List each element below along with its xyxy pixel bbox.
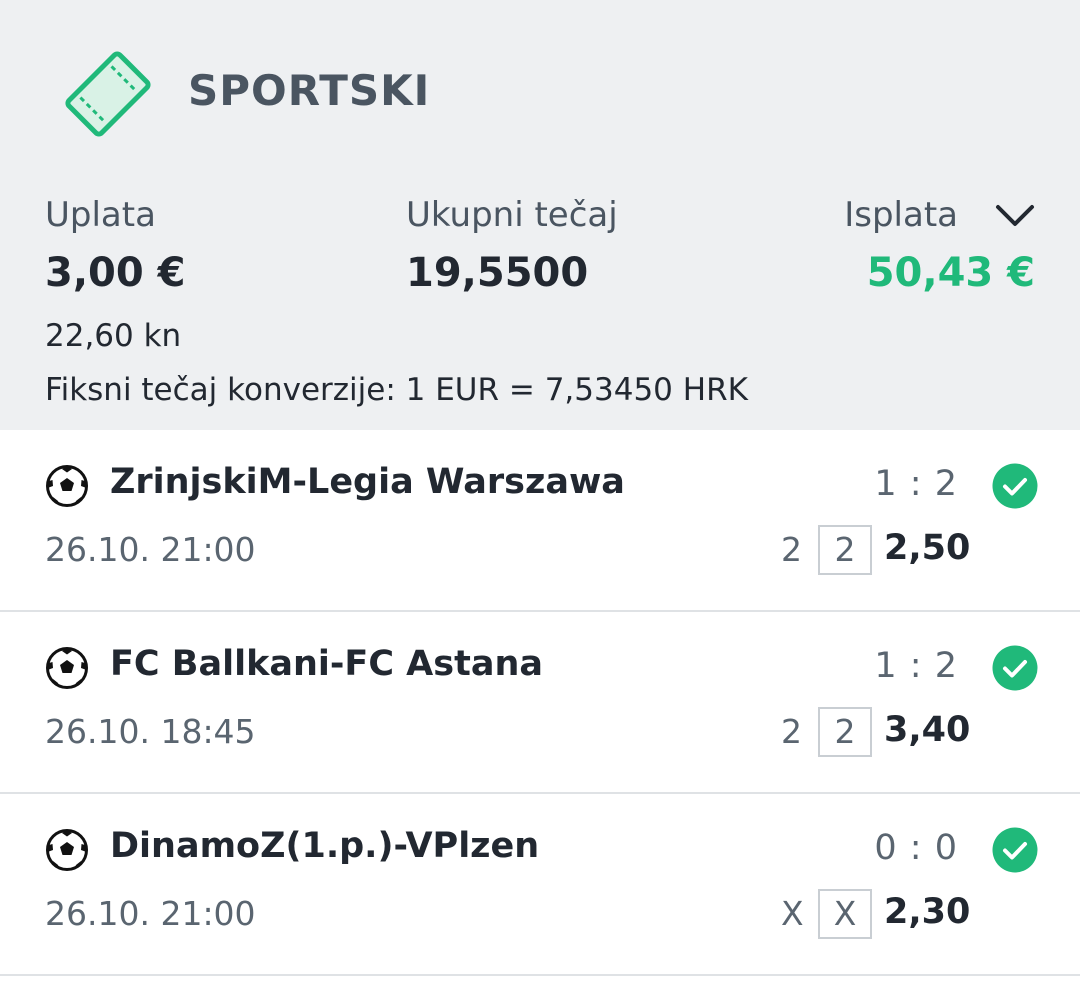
event-row[interactable]: DinamoZ(1.p.)-VPlzen 0 : 0 26.10. 21:00 … [0,794,1080,976]
event-row[interactable]: ZrinjskiM-Legia Warszawa 1 : 2 26.10. 21… [0,430,1080,612]
conversion-note: Fiksni tečaj konverzije: 1 EUR = 7,53450… [45,372,748,408]
match-datetime: 26.10. 21:00 [45,894,256,933]
event-list: ZrinjskiM-Legia Warszawa 1 : 2 26.10. 21… [0,430,1080,976]
soccer-ball-icon [46,647,88,689]
check-icon [992,827,1038,873]
pick-box: 2 [818,525,872,575]
total-odds-value: 19,5500 [406,250,589,296]
match-datetime: 26.10. 21:00 [45,530,256,569]
ticket-icon [65,51,151,137]
soccer-ball-icon [46,465,88,507]
match-name: ZrinjskiM-Legia Warszawa [110,462,625,502]
pick-box: X [818,889,872,939]
ticket-header: SPORTSKI Uplata 3,00 € Ukupni tečaj 19,5… [0,0,1080,430]
pick-box: 2 [818,707,872,757]
soccer-ball-icon [46,829,88,871]
tip-label: 2 [781,712,802,751]
payout-label: Isplata [844,195,958,235]
match-name: FC Ballkani-FC Astana [110,644,543,684]
payout-value: 50,43 € [866,250,1035,296]
stake-value: 3,00 € [45,250,186,296]
match-datetime: 26.10. 18:45 [45,712,256,751]
match-odds: 3,40 [884,710,971,750]
match-name: DinamoZ(1.p.)-VPlzen [110,826,540,866]
match-odds: 2,50 [884,528,971,568]
match-score: 1 : 2 [874,646,958,686]
check-icon [992,463,1038,509]
check-icon [992,645,1038,691]
ticket-title: SPORTSKI [188,66,431,115]
tip-label: 2 [781,530,802,569]
total-odds-label: Ukupni tečaj [406,195,618,235]
tip-label: X [781,894,804,933]
chevron-down-icon[interactable] [994,202,1036,230]
stake-label: Uplata [45,195,156,235]
event-row[interactable]: FC Ballkani-FC Astana 1 : 2 26.10. 18:45… [0,612,1080,794]
match-score: 1 : 2 [874,464,958,504]
match-odds: 2,30 [884,892,971,932]
stake-kn: 22,60 kn [45,318,182,354]
match-score: 0 : 0 [874,828,958,868]
